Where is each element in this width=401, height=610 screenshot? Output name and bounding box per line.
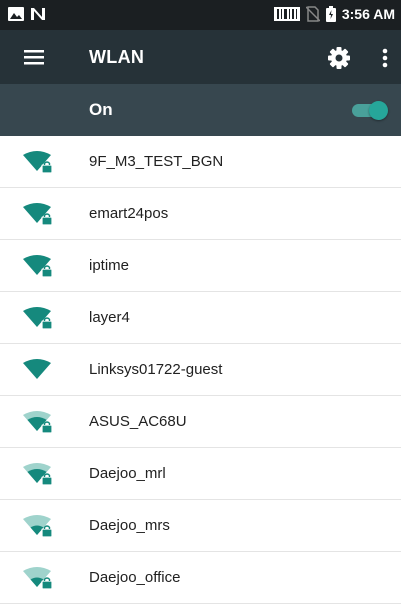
no-sim-icon (305, 6, 320, 22)
lock-badge (41, 213, 52, 225)
lock-badge (41, 161, 52, 173)
network-row[interactable]: 9F_M3_TEST_BGN (0, 136, 401, 188)
network-name: ASUS_AC68U (89, 413, 187, 430)
network-name: layer4 (89, 309, 130, 326)
lock-badge (41, 265, 52, 277)
switch-label: On (89, 100, 113, 119)
battery-icon (325, 6, 336, 22)
network-row[interactable]: iptime (0, 240, 401, 292)
wifi-lock-icon (23, 411, 52, 433)
wifi-lock-icon (23, 255, 52, 277)
status-bar: 3:56 AM (0, 0, 401, 30)
wifi-icon (23, 359, 51, 379)
wifi-lock-icon (23, 515, 52, 537)
status-left (8, 7, 46, 21)
menu-icon[interactable] (22, 46, 46, 68)
lock-badge (41, 421, 52, 433)
lock-badge (41, 473, 52, 485)
nfc-icon (31, 8, 45, 20)
network-list: 9F_M3_TEST_BGN emart24pos iptime layer4 Link… (0, 136, 401, 604)
lock-badge (41, 577, 52, 589)
wlan-switch-bar[interactable]: On (0, 84, 401, 136)
barcode-icon (273, 7, 300, 21)
network-name: 9F_M3_TEST_BGN (89, 153, 224, 170)
page-title: WLAN (89, 47, 145, 67)
clock: 3:56 AM (341, 6, 395, 22)
network-name: Daejoo_mrs (89, 517, 170, 534)
network-row[interactable]: layer4 (0, 292, 401, 344)
toggle-thumb (369, 101, 388, 120)
network-name: iptime (89, 257, 130, 274)
network-row[interactable]: Daejoo_mrs (0, 500, 401, 552)
network-name: Daejoo_mrl (89, 465, 166, 482)
gear-icon[interactable] (326, 45, 352, 71)
wifi-lock-icon (23, 203, 52, 225)
wifi-lock-icon (23, 567, 52, 589)
network-name: emart24pos (89, 205, 169, 222)
lock-badge (41, 525, 52, 537)
network-row[interactable]: Daejoo_office (0, 552, 401, 604)
network-name: Linksys01722-guest (89, 361, 223, 378)
wifi-lock-icon (23, 307, 52, 329)
wifi-lock-icon (23, 463, 52, 485)
status-right: 3:56 AM (273, 6, 395, 22)
network-row[interactable]: Daejoo_mrl (0, 448, 401, 500)
image-notification-icon (8, 7, 24, 21)
network-row[interactable]: Linksys01722-guest (0, 344, 401, 396)
network-row[interactable]: ASUS_AC68U (0, 396, 401, 448)
more-vert-icon[interactable] (378, 45, 392, 71)
wifi-lock-icon (23, 151, 52, 173)
wlan-toggle[interactable] (350, 101, 388, 120)
network-name: Daejoo_office (89, 569, 181, 586)
network-row[interactable]: emart24pos (0, 188, 401, 240)
app-toolbar: WLAN (0, 30, 401, 84)
lock-badge (41, 317, 52, 329)
